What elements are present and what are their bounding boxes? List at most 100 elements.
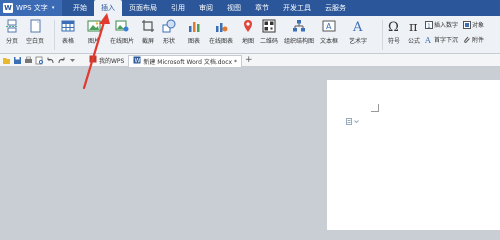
page-break-button[interactable]: 分页 <box>4 18 20 45</box>
margin-corner-mark <box>371 104 379 112</box>
wps-logo-icon: W <box>3 3 13 13</box>
online-chart-icon <box>213 18 229 34</box>
picture-icon <box>86 18 102 34</box>
svg-text:π: π <box>409 20 418 33</box>
doc-tab-new-document[interactable]: W 新建 Microsoft Word 文档.docx * <box>128 54 242 67</box>
drop-cap-button[interactable]: A 首字下沉 <box>425 35 459 45</box>
blank-page-button[interactable]: 空白页 <box>26 18 44 45</box>
doc-tab-label: 新建 Microsoft Word 文档.docx * <box>143 58 237 66</box>
online-picture-label: 在线图片 <box>110 38 135 45</box>
textbox-button[interactable]: A 文本框 <box>320 18 338 45</box>
tab-review[interactable]: 审阅 <box>192 0 220 16</box>
new-tab-button[interactable]: + <box>245 55 253 65</box>
svg-text:Ω: Ω <box>388 20 399 33</box>
paragraph-layout-icon[interactable] <box>346 118 359 125</box>
org-chart-icon <box>291 18 307 34</box>
wordart-label: 艺术字 <box>349 38 368 45</box>
qrcode-button[interactable]: 二维码 <box>260 18 278 45</box>
shapes-label: 形状 <box>162 38 175 45</box>
omega-symbol-icon: Ω <box>386 18 402 34</box>
svg-text:A: A <box>352 20 363 33</box>
symbol-label: 符号 <box>387 38 400 45</box>
ribbon-divider <box>54 20 55 50</box>
paperclip-icon <box>463 36 471 44</box>
page-break-icon <box>4 18 20 34</box>
tab-section[interactable]: 章节 <box>248 0 276 16</box>
screenshot-label: 截屏 <box>141 38 154 45</box>
chart-button[interactable]: 图表 <box>186 18 202 45</box>
blank-page-label: 空白页 <box>26 38 45 45</box>
table-icon <box>60 18 76 34</box>
formula-label: 公式 <box>407 38 420 45</box>
textbox-icon: A <box>321 18 337 34</box>
table-button[interactable]: 表格 <box>60 18 76 45</box>
wordart-icon: A <box>350 18 366 34</box>
shapes-icon <box>161 18 177 34</box>
open-folder-icon[interactable] <box>1 55 11 65</box>
textbox-label: 文本框 <box>320 38 339 45</box>
menu-bar: W WPS 文字 ▾ 开始 插入 页面布局 引用 审阅 视图 章节 开发工具 云… <box>0 0 500 16</box>
insert-number-button[interactable]: 1 插入数字 <box>425 20 458 29</box>
pi-formula-icon: π <box>406 18 422 34</box>
qrcode-icon <box>261 18 277 34</box>
doc-tab-my-wps[interactable]: 我的WPS <box>85 54 128 66</box>
object-icon <box>463 20 471 29</box>
app-menu-button[interactable]: W WPS 文字 ▾ <box>0 0 62 16</box>
drop-cap-icon: A <box>425 36 433 44</box>
tab-view[interactable]: 视图 <box>220 0 248 16</box>
org-chart-label: 组织结构图 <box>284 38 315 45</box>
picture-button[interactable]: 图片 <box>86 18 102 45</box>
tab-home[interactable]: 开始 <box>66 0 94 16</box>
screenshot-icon <box>140 18 156 34</box>
screenshot-button[interactable]: 截屏 <box>140 18 156 45</box>
chevron-down-icon: ▾ <box>51 5 55 11</box>
online-chart-label: 在线图表 <box>209 38 234 45</box>
svg-text:A: A <box>326 22 332 31</box>
org-chart-button[interactable]: 组织结构图 <box>284 18 314 45</box>
tab-developer[interactable]: 开发工具 <box>276 0 318 16</box>
svg-text:W: W <box>135 58 141 65</box>
blank-page-icon <box>27 18 43 34</box>
document-page[interactable] <box>327 80 500 230</box>
online-picture-icon <box>114 18 130 34</box>
table-label: 表格 <box>61 38 74 45</box>
app-name: WPS 文字 <box>16 4 48 12</box>
number-icon: 1 <box>425 20 433 29</box>
symbol-button[interactable]: Ω 符号 <box>386 18 402 45</box>
online-picture-button[interactable]: 在线图片 <box>110 18 134 45</box>
map-label: 地图 <box>241 38 254 45</box>
customize-chevron-icon[interactable] <box>67 55 77 65</box>
insert-number-label: 插入数字 <box>434 22 459 29</box>
menu-tabs: 开始 插入 页面布局 引用 审阅 视图 章节 开发工具 云服务 <box>66 0 353 16</box>
svg-text:A: A <box>425 36 431 44</box>
tab-references[interactable]: 引用 <box>164 0 192 16</box>
ribbon: 分页 空白页 表格 图片 在线图片 截屏 形状 图表 在线图表 地图 二维码 组… <box>0 16 500 54</box>
svg-text:1: 1 <box>427 23 431 29</box>
tab-insert[interactable]: 插入 <box>94 0 122 16</box>
print-preview-icon[interactable] <box>34 55 44 65</box>
tab-page-layout[interactable]: 页面布局 <box>122 0 164 16</box>
attachment-label: 附件 <box>472 37 485 44</box>
undo-icon[interactable] <box>45 55 55 65</box>
object-label: 对象 <box>472 22 485 29</box>
map-icon <box>240 18 256 34</box>
redo-icon[interactable] <box>56 55 66 65</box>
qrcode-label: 二维码 <box>260 38 279 45</box>
drop-cap-label: 首字下沉 <box>434 37 459 44</box>
page-break-label: 分页 <box>5 38 18 45</box>
map-button[interactable]: 地图 <box>240 18 256 45</box>
formula-button[interactable]: π 公式 <box>406 18 422 45</box>
save-icon[interactable] <box>12 55 22 65</box>
print-icon[interactable] <box>23 55 33 65</box>
shapes-button[interactable]: 形状 <box>161 18 177 45</box>
wordart-button[interactable]: A 艺术字 <box>349 18 367 45</box>
wps-home-icon <box>89 55 97 65</box>
word-document-icon: W <box>133 56 141 66</box>
chart-icon <box>186 18 202 34</box>
online-chart-button[interactable]: 在线图表 <box>209 18 233 45</box>
chart-label: 图表 <box>187 38 200 45</box>
tab-cloud[interactable]: 云服务 <box>318 0 353 16</box>
object-button[interactable]: 对象 <box>463 20 484 29</box>
attachment-button[interactable]: 附件 <box>463 35 484 44</box>
doc-tab-label: 我的WPS <box>99 57 125 65</box>
